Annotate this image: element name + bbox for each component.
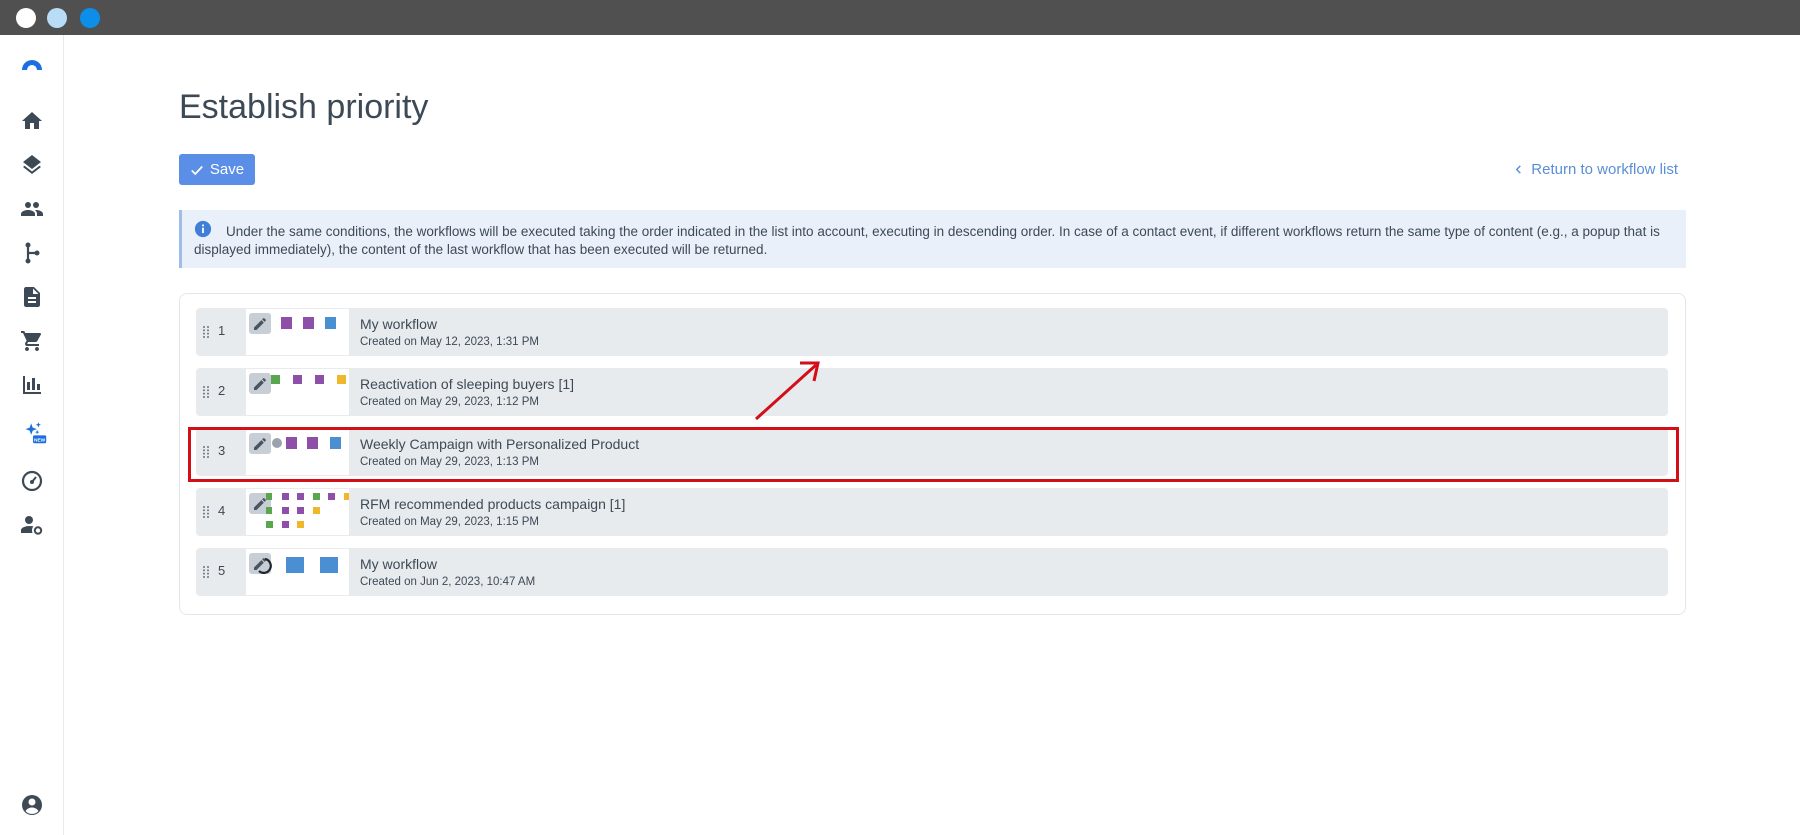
account-icon[interactable]: [16, 789, 48, 821]
workflow-thumbnail: [246, 549, 349, 595]
workflow-row[interactable]: 2 Reactivation of sleeping buyers [1] Cr…: [196, 368, 1668, 416]
pencil-icon: [254, 437, 266, 450]
workflow-row[interactable]: 3 Weekly Campaign with Personalized Prod…: [196, 428, 1668, 476]
workflow-name: RFM recommended products campaign [1]: [360, 496, 626, 512]
drag-handle-icon[interactable]: [202, 325, 210, 339]
edit-workflow-button[interactable]: [249, 433, 271, 454]
check-icon: [191, 165, 203, 175]
chevron-left-icon: [1515, 165, 1522, 174]
page-title: Establish priority: [179, 88, 429, 126]
ai-sparkles-icon[interactable]: NEW: [16, 413, 56, 453]
row-order-number: 5: [218, 563, 226, 578]
document-icon[interactable]: [16, 281, 48, 313]
workflow-row[interactable]: 5 My workflow Created on Jun 2, 2023, 10…: [196, 548, 1668, 596]
workflow-row[interactable]: 4 RFM recommended products campaign [1] …: [196, 488, 1668, 536]
workflow-name: Weekly Campaign with Personalized Produc…: [360, 436, 640, 452]
maximize-dot[interactable]: [80, 8, 100, 28]
row-order-number: 1: [218, 323, 226, 338]
new-badge: NEW: [34, 437, 46, 443]
cart-icon[interactable]: [16, 325, 48, 357]
people-icon[interactable]: [16, 193, 48, 225]
row-order-number: 3: [218, 443, 226, 458]
info-text: Under the same conditions, the workflows…: [194, 224, 1660, 257]
workflow-created-date: Created on May 12, 2023, 1:31 PM: [360, 336, 539, 348]
workflow-priority-list: 1 My workflow Created on May 12, 2023, 1…: [179, 293, 1686, 615]
workflow-created-date: Created on Jun 2, 2023, 10:47 AM: [360, 576, 536, 588]
workflow-created-date: Created on May 29, 2023, 1:12 PM: [360, 396, 539, 408]
app-logo[interactable]: [16, 48, 48, 80]
minimize-dot[interactable]: [47, 8, 67, 28]
drag-handle-icon[interactable]: [202, 505, 210, 519]
close-dot[interactable]: [16, 8, 36, 28]
sidebar: NEW: [0, 35, 64, 835]
workflow-thumbnail: [246, 429, 349, 475]
pencil-icon: [254, 317, 266, 330]
workflow-created-date: Created on May 29, 2023, 1:13 PM: [360, 456, 539, 468]
gauge-icon[interactable]: [16, 465, 48, 497]
workflow-name: Reactivation of sleeping buyers [1]: [360, 376, 575, 392]
layers-icon[interactable]: [16, 149, 48, 181]
workflow-created-date: Created on May 29, 2023, 1:15 PM: [360, 516, 539, 528]
drag-handle-icon[interactable]: [202, 445, 210, 459]
row-order-number: 4: [218, 503, 226, 518]
save-button[interactable]: Save: [179, 154, 255, 185]
home-icon[interactable]: [16, 105, 48, 137]
workflow-icon[interactable]: [16, 237, 48, 269]
save-button-label: Save: [209, 161, 245, 178]
user-settings-icon[interactable]: [16, 509, 48, 541]
pencil-icon: [254, 377, 266, 390]
edit-workflow-button[interactable]: [249, 313, 271, 334]
main-content: Establish priority Save Return to workfl…: [64, 35, 1800, 835]
workflow-thumbnail: [246, 309, 349, 355]
return-to-workflow-list-link[interactable]: Return to workflow list: [1514, 161, 1678, 178]
edit-workflow-button[interactable]: [249, 373, 271, 394]
workflow-name: My workflow: [360, 316, 438, 332]
chart-icon[interactable]: [16, 369, 48, 401]
drag-handle-icon[interactable]: [202, 565, 210, 579]
drag-handle-icon[interactable]: [202, 385, 210, 399]
info-icon: [194, 220, 212, 238]
info-message: Under the same conditions, the workflows…: [179, 210, 1686, 268]
workflow-thumbnail: [246, 489, 349, 535]
workflow-row[interactable]: 1 My workflow Created on May 12, 2023, 1…: [196, 308, 1668, 356]
row-order-number: 2: [218, 383, 226, 398]
workflow-thumbnail: [246, 369, 349, 415]
return-link-label: Return to workflow list: [1531, 161, 1678, 178]
workflow-name: My workflow: [360, 556, 438, 572]
window-titlebar: [0, 0, 1800, 35]
